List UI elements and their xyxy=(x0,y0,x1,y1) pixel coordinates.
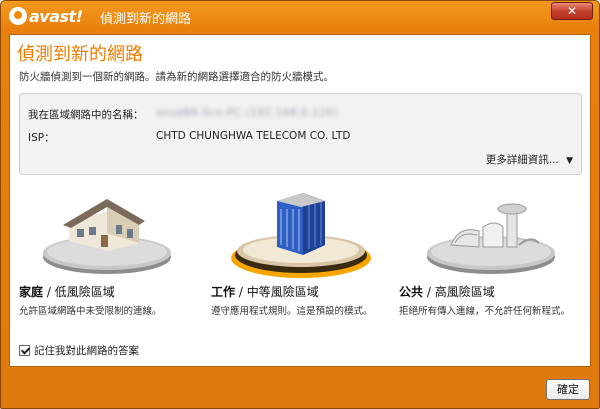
public-zone-title: 公共 / 高風險區域 xyxy=(399,283,495,300)
home-zone-icon xyxy=(43,199,171,274)
public-zone-risk: / 高風險區域 xyxy=(423,285,495,299)
more-details-label: 更多詳細資訊... xyxy=(485,154,559,166)
work-zone-icon xyxy=(231,193,371,278)
public-zone-icon xyxy=(427,203,555,274)
public-zone-name: 公共 xyxy=(399,285,424,299)
avast-logo: avast! xyxy=(9,6,83,26)
home-zone-name: 家庭 xyxy=(19,285,44,299)
lan-name-value: onsaBR-Sce-PC (192.168.0.120) xyxy=(156,107,339,119)
zone-work[interactable]: 工作 / 中等風險區域 遵守應用程式規則。這是預設的模式。 xyxy=(211,185,391,325)
avast-logo-icon xyxy=(9,7,27,25)
remember-label: 記住我對此網路的答案 xyxy=(34,345,139,357)
chevron-down-icon: ▼ xyxy=(566,156,573,166)
close-icon: ✕ xyxy=(566,4,578,18)
more-details-link[interactable]: 更多詳細資訊... ▼ xyxy=(486,152,573,167)
work-zone-title: 工作 / 中等風險區域 xyxy=(211,283,319,300)
remember-answer-option[interactable]: 記住我對此網路的答案 xyxy=(19,343,139,358)
home-zone-desc: 允許區域網路中未受限制的連線。 xyxy=(19,306,162,317)
page-title: 偵測到新的網路 xyxy=(17,44,143,65)
page-subtitle: 防火牆偵測到一個新的網路。請為新的網路選擇適合的防火牆模式。 xyxy=(19,71,334,83)
work-zone-risk: / 中等風險區域 xyxy=(235,285,319,299)
network-info-box: 我在區域網路中的名稱： onsaBR-Sce-PC (192.168.0.120… xyxy=(19,93,582,175)
isp-label: ISP： xyxy=(28,132,55,144)
brand-name: avast! xyxy=(29,6,83,26)
window-title: 偵測到新的網路 xyxy=(100,12,192,27)
title-bar[interactable]: avast! 偵測到新的網路 ✕ xyxy=(1,1,599,31)
work-zone-name: 工作 xyxy=(211,285,236,299)
lan-name-label: 我在區域網路中的名稱： xyxy=(28,109,144,121)
close-button[interactable]: ✕ xyxy=(551,2,593,20)
public-zone-desc: 拒絕所有傳入連線，不允許任何新程式。 xyxy=(399,306,571,317)
work-zone-desc: 遵守應用程式規則。這是預設的模式。 xyxy=(211,306,373,317)
home-zone-risk: / 低風險區域 xyxy=(43,285,115,299)
dialog-window: avast! 偵測到新的網路 ✕ 偵測到新的網路 防火牆偵測到一個新的網路。請為… xyxy=(0,0,600,409)
isp-value: CHTD CHUNGHWA TELECOM CO. LTD xyxy=(156,130,351,142)
home-zone-title: 家庭 / 低風險區域 xyxy=(19,283,115,300)
ok-button[interactable]: 確定 xyxy=(546,379,590,400)
content-panel: 偵測到新的網路 防火牆偵測到一個新的網路。請為新的網路選擇適合的防火牆模式。 我… xyxy=(9,34,591,367)
zone-home[interactable]: 家庭 / 低風險區域 允許區域網路中未受限制的連線。 xyxy=(19,185,199,325)
remember-checkbox[interactable] xyxy=(19,345,30,356)
zone-public[interactable]: 公共 / 高風險區域 拒絕所有傳入連線，不允許任何新程式。 xyxy=(399,185,579,325)
